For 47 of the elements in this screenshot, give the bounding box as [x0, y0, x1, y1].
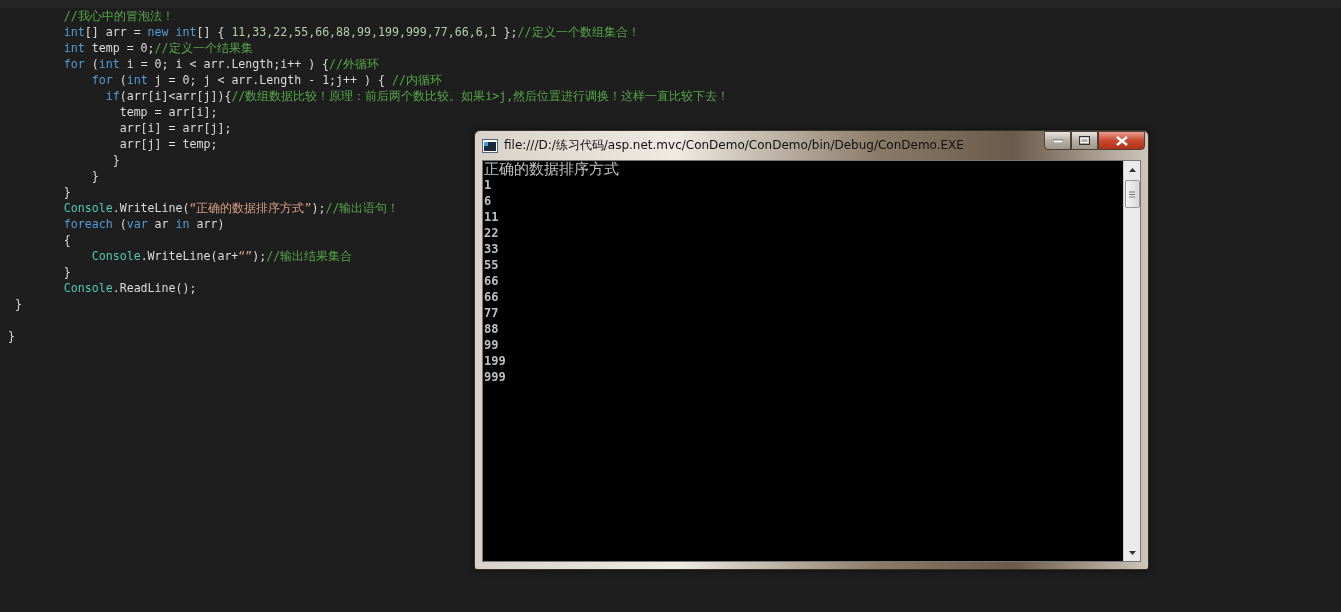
code-line: arr[j] = temp;: [118, 136, 218, 152]
code-line: if(arr[i]<arr[j]){//数组数据比较！原理：前后两个数比较。如果i>j,然后位置进行调换！这样一直比较下去！: [104, 88, 730, 104]
console-output-line: 999: [484, 369, 506, 385]
console-output-line: 99: [484, 337, 499, 353]
close-button[interactable]: [1098, 131, 1145, 150]
console-output-line: 88: [484, 321, 499, 337]
console-output-line: 66: [484, 273, 499, 289]
code-line: {: [62, 232, 71, 248]
console-output-line: 199: [484, 353, 506, 369]
code-line: }: [90, 168, 99, 184]
console-output-line: 6: [484, 193, 492, 209]
console-output-line: 11: [484, 209, 499, 225]
console-output-line: 正确的数据排序方式: [484, 161, 619, 177]
code-line: }: [13, 296, 22, 312]
code-line: }: [111, 152, 120, 168]
vertical-scrollbar[interactable]: [1123, 161, 1140, 561]
console-app-icon: [482, 138, 498, 153]
code-line: for (int i = 0; i < arr.Length;i++ ) {//外循环: [62, 56, 380, 72]
code-line: }: [8, 328, 15, 344]
grip-icon: [1129, 190, 1135, 198]
console-output-line: 1: [484, 177, 492, 193]
maximize-icon: [1079, 136, 1090, 145]
console-output-line: 33: [484, 241, 499, 257]
code-line: //我心中的冒泡法！: [62, 8, 174, 24]
maximize-button[interactable]: [1071, 131, 1098, 150]
code-line: temp = arr[i];: [118, 104, 218, 120]
code-line: }: [62, 184, 71, 200]
code-line: foreach (var ar in arr): [62, 216, 225, 232]
minimize-icon: [1052, 138, 1063, 143]
code-line: int temp = 0;//定义一个结果集: [62, 40, 253, 56]
code-line: Console.WriteLine(“正确的数据排序方式”);//输出语句！: [62, 200, 400, 216]
close-icon: [1115, 135, 1128, 146]
code-line: Console.WriteLine(ar+“”);//输出结果集合: [90, 248, 353, 264]
code-line: for (int j = 0; j < arr.Length - 1;j++ ) { //内循环: [90, 72, 442, 88]
scrollbar-thumb[interactable]: [1124, 180, 1140, 208]
console-output-line: 77: [484, 305, 499, 321]
console-output-line: 55: [484, 257, 499, 273]
scroll-down-icon[interactable]: [1128, 550, 1136, 555]
code-line: arr[i] = arr[j];: [118, 120, 232, 136]
console-output-line: 22: [484, 225, 499, 241]
scroll-up-icon[interactable]: [1128, 167, 1136, 172]
console-output-line: 66: [484, 289, 499, 305]
code-line: }: [62, 264, 71, 280]
window-title: file:///D:/练习代码/asp.net.mvc/ConDemo/ConDemo/bin/Debug/ConDemo.EXE: [504, 137, 965, 154]
code-line: int[] arr = new int[] { 11,33,22,55,66,88,99,199,999,77,66,6,1 };//定义一个数组集合！: [62, 24, 640, 40]
code-line: Console.ReadLine();: [62, 280, 197, 296]
minimize-button[interactable]: [1044, 131, 1071, 150]
